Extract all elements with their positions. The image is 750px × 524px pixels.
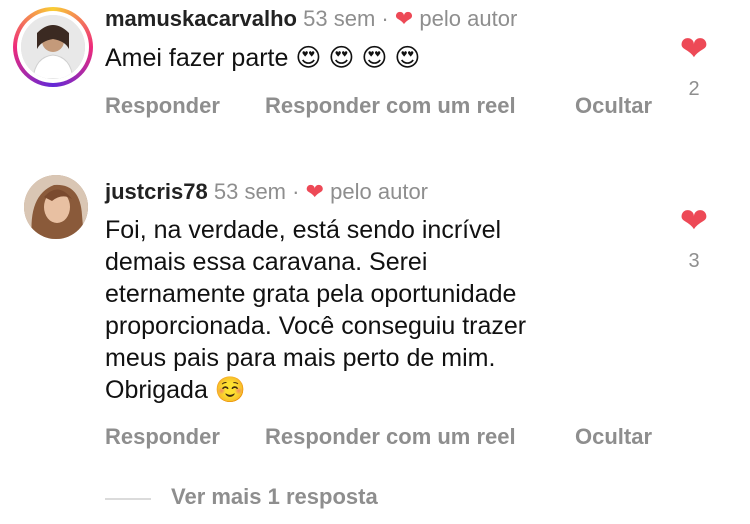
comment-text-line: Obrigada ☺️ <box>105 376 246 404</box>
username-link[interactable]: mamuskacarvalho <box>105 6 297 31</box>
like-count: 2 <box>688 78 700 100</box>
profile-photo-icon <box>21 15 85 79</box>
comment-text-line: meus pais para mais perto de mim. <box>105 344 496 372</box>
separator: · <box>292 179 300 204</box>
reply-with-reel-button[interactable]: Responder com um reel <box>265 93 516 119</box>
reply-button[interactable]: Responder <box>105 424 220 450</box>
like-count: 3 <box>688 250 700 272</box>
author-heart-icon: ❤ <box>394 6 414 31</box>
comment-actions: Responder Responder com um reel Ocultar <box>105 93 705 123</box>
comment-text: Amei fazer parte 😍 😍 😍 😍 <box>105 44 421 72</box>
like-heart-icon[interactable]: ❤ <box>674 204 714 238</box>
liked-by-author-label: pelo autor <box>419 6 518 31</box>
comment-text-line: Foi, na verdade, está sendo incrível <box>105 216 502 244</box>
hide-button[interactable]: Ocultar <box>575 424 652 450</box>
replies-divider <box>105 498 151 500</box>
like-heart-icon[interactable]: ❤ <box>674 32 714 66</box>
comment-item: mamuskacarvalho 53 sem · ❤ pelo autor Am… <box>0 0 750 140</box>
liked-by-author-label: pelo autor <box>330 179 429 204</box>
person-silhouette-icon <box>21 15 85 79</box>
reply-with-reel-button[interactable]: Responder com um reel <box>265 424 516 450</box>
comment-text-line: proporcionada. Você conseguiu trazer <box>105 312 527 340</box>
comment-item: justcris78 53 sem · ❤ pelo autor Foi, na… <box>0 170 750 460</box>
comment-header: mamuskacarvalho 53 sem · ❤ pelo autor <box>105 5 517 33</box>
person-photo-icon <box>24 175 88 239</box>
comment-actions: Responder Responder com um reel Ocultar <box>105 424 705 454</box>
comment-text-line: demais essa caravana. Serei <box>105 248 428 276</box>
timestamp[interactable]: 53 sem <box>214 179 286 204</box>
comment-text: Foi, na verdade, está sendo incrível dem… <box>105 214 526 406</box>
profile-photo-icon[interactable] <box>24 175 88 239</box>
view-more-replies[interactable]: Ver mais 1 resposta <box>105 484 505 514</box>
avatar-story-ring[interactable] <box>13 7 93 87</box>
comment-text-line: eternamente grata pela oportunidade <box>105 280 517 308</box>
author-heart-icon: ❤ <box>305 179 325 204</box>
username-link[interactable]: justcris78 <box>105 179 208 204</box>
like-control: ❤ 3 <box>674 204 714 273</box>
comment-header: justcris78 53 sem · ❤ pelo autor <box>105 178 428 206</box>
reply-button[interactable]: Responder <box>105 93 220 119</box>
view-more-replies-label[interactable]: Ver mais 1 resposta <box>171 484 378 510</box>
separator: · <box>381 6 389 31</box>
hide-button[interactable]: Ocultar <box>575 93 652 119</box>
timestamp[interactable]: 53 sem <box>303 6 375 31</box>
like-control: ❤ 2 <box>674 32 714 101</box>
